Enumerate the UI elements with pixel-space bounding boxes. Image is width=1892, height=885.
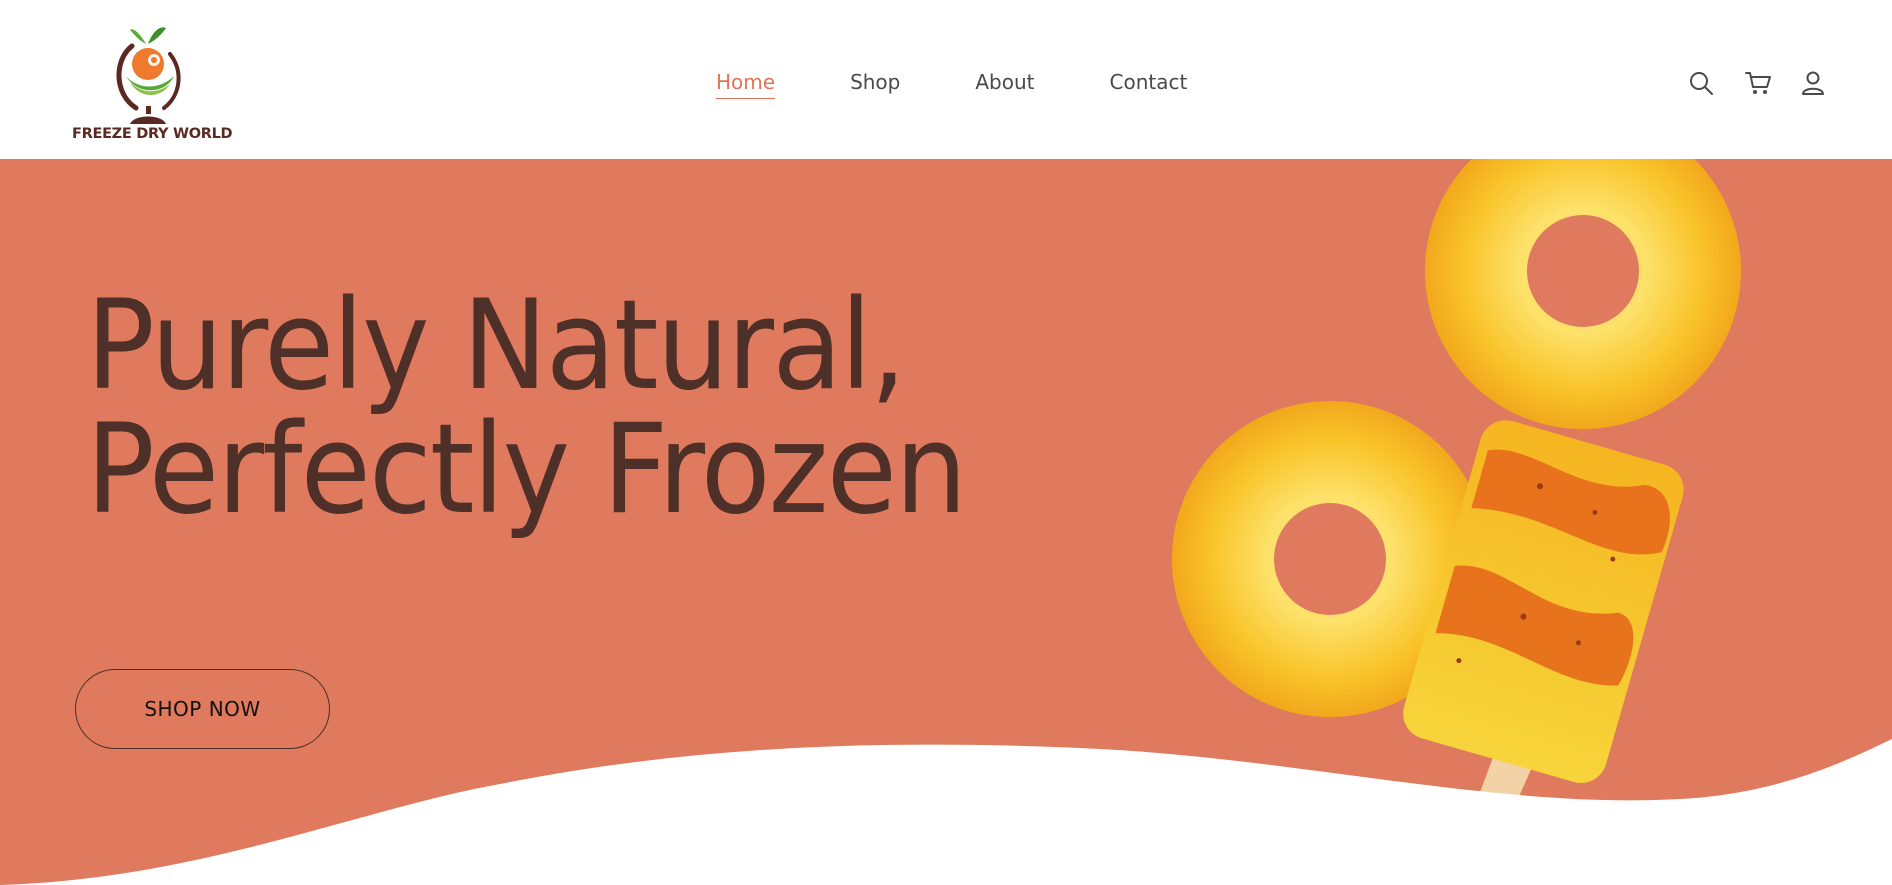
nav-shop-link[interactable]: Shop	[850, 70, 900, 99]
nav-contact-link[interactable]: Contact	[1110, 70, 1188, 99]
globe-fruit-logo-icon	[116, 27, 181, 124]
hero-section: Purely Natural, Perfectly Frozen SHOP NO…	[0, 159, 1892, 885]
cart-icon[interactable]	[1744, 70, 1771, 96]
search-icon[interactable]	[1688, 70, 1714, 96]
main-nav: Home Shop About Contact	[716, 70, 1262, 99]
nav-home-link[interactable]: Home	[716, 70, 776, 99]
header-icons	[1688, 70, 1826, 96]
logo-text: FREEZE DRY WORLD	[72, 126, 233, 142]
nav-about-link[interactable]: About	[975, 70, 1034, 99]
hero-wave-divider	[0, 739, 1892, 885]
logo[interactable]: FREEZE DRY WORLD	[72, 24, 233, 146]
site-header: FREEZE DRY WORLD Home Shop About Contact	[0, 0, 1892, 159]
account-icon[interactable]	[1800, 70, 1826, 96]
